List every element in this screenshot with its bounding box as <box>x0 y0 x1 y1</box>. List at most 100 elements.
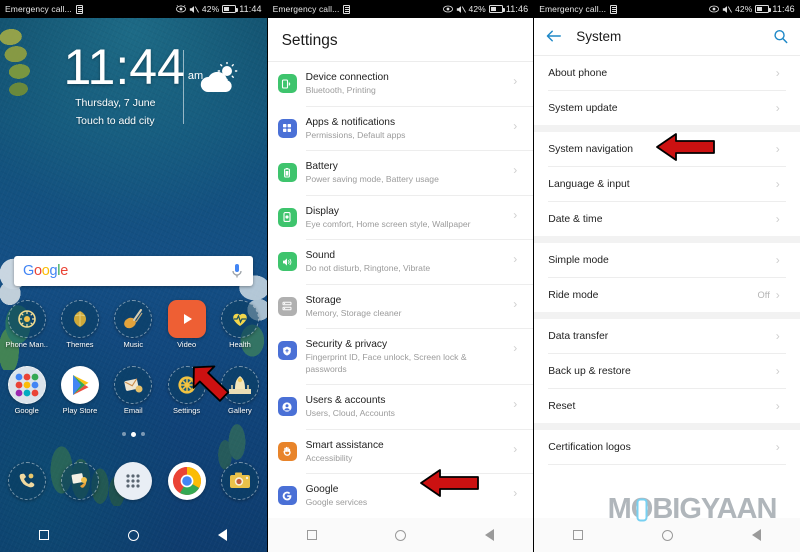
clock-hours: 11 <box>63 39 116 95</box>
home-circle-icon[interactable] <box>395 529 407 541</box>
navigation-bar-home <box>0 518 267 552</box>
microphone-icon[interactable] <box>230 263 244 279</box>
system-row-system-navigation[interactable]: System navigation › <box>534 132 800 166</box>
settings-item-subtitle: Permissions, Default apps <box>305 129 406 140</box>
system-row-ride-mode[interactable]: Ride mode Off › <box>534 278 800 312</box>
app-label: Music <box>123 340 144 349</box>
settings-item-display[interactable]: Display Eye comfort, Home screen style, … <box>267 195 534 239</box>
clock-label: 11:46 <box>772 4 795 14</box>
row-label: Simple mode <box>548 254 609 266</box>
back-arrow-icon[interactable] <box>546 28 562 44</box>
home-app-music[interactable]: Music <box>107 300 160 349</box>
navigation-bar-settings <box>267 518 534 552</box>
settings-item-subtitle: Power saving mode, Battery usage <box>305 174 439 184</box>
settings-item-subtitle: Users, Cloud, Accounts <box>305 408 395 418</box>
app-label: Play Store <box>62 406 98 415</box>
home-dock <box>0 462 267 500</box>
settings-item-smart-assistance[interactable]: Smart assistance Accessibility › <box>267 429 534 473</box>
chevron-right-icon: › <box>513 252 518 266</box>
battery-percent-label: 42% <box>468 4 486 14</box>
chevron-right-icon: › <box>775 399 780 413</box>
settings-item-title: Apps & notifications <box>305 116 396 128</box>
row-label: Ride mode <box>548 289 599 301</box>
system-group-1: About phone › System update › <box>534 56 800 125</box>
page-dot <box>140 432 145 436</box>
chevron-right-icon: › <box>775 329 780 343</box>
app-drawer-icon <box>114 462 153 500</box>
system-row-data-transfer[interactable]: Data transfer › <box>534 319 800 353</box>
row-label: System update <box>548 102 618 114</box>
settings-item-apps-notifications[interactable]: Apps & notifications Permissions, Defaul… <box>267 106 534 150</box>
system-row-backup-restore[interactable]: Back up & restore › <box>534 354 800 388</box>
settings-item-subtitle: Memory, Storage cleaner <box>305 307 402 318</box>
home-app-health[interactable]: Health <box>213 300 266 349</box>
home-app-google-folder[interactable]: Google <box>0 366 53 415</box>
settings-item-security-privacy[interactable]: Security & privacy Fingerprint ID, Face … <box>267 329 534 384</box>
home-circle-icon[interactable] <box>661 529 673 541</box>
home-circle-icon[interactable] <box>128 529 140 541</box>
recents-square-icon[interactable] <box>39 530 50 540</box>
chevron-right-icon: › <box>513 296 518 311</box>
system-row-reset[interactable]: Reset › <box>534 389 800 423</box>
sound-icon <box>277 252 297 271</box>
system-group-4: Data transfer › Back up & restore › Rese… <box>534 319 800 423</box>
system-row-certification-logos[interactable]: Certification logos › <box>534 430 800 464</box>
home-app-email[interactable]: Email <box>107 366 160 415</box>
chevron-right-icon: › <box>775 253 780 267</box>
smart-assistance-icon <box>277 441 297 461</box>
row-label: Date & time <box>548 213 603 225</box>
settings-item-storage[interactable]: Storage Memory, Storage cleaner › <box>267 284 534 328</box>
page-title: Settings <box>281 32 338 49</box>
settings-item-title: Security & privacy <box>305 339 388 350</box>
settings-item-sound[interactable]: Sound Do not disturb, Ringtone, Vibrate … <box>267 240 534 284</box>
dock-app-phone[interactable] <box>0 462 53 500</box>
dock-app-drawer[interactable] <box>107 462 160 500</box>
settings-list: Device connection Bluetooth, Printing › … <box>267 62 534 552</box>
dock-app-chrome[interactable] <box>160 462 213 500</box>
row-label: Data transfer <box>548 330 609 342</box>
mute-icon <box>722 5 733 13</box>
clock-label: 11:46 <box>505 4 529 14</box>
system-row-language-input[interactable]: Language & input › <box>534 167 800 201</box>
home-page-indicator[interactable] <box>0 432 267 437</box>
settings-item-device-connection[interactable]: Device connection Bluetooth, Printing › <box>267 62 534 106</box>
system-row-simple-mode[interactable]: Simple mode › <box>534 243 800 277</box>
system-row-system-update[interactable]: System update › <box>534 91 800 125</box>
settings-item-subtitle: Fingerprint ID, Face unlock, Screen lock… <box>305 352 467 374</box>
weather-hint[interactable]: Touch to add city <box>0 114 267 128</box>
status-bar-home: Emergency call... 42% 11:44 <box>0 0 267 18</box>
google-search-bar[interactable]: Google <box>14 256 253 286</box>
chevron-right-icon: › <box>513 118 518 133</box>
settings-item-subtitle: Bluetooth, Printing <box>305 85 376 95</box>
settings-item-google[interactable]: Google Google services › <box>267 474 534 518</box>
home-app-phone-manager[interactable]: Phone Man.. <box>0 300 53 349</box>
row-label: System navigation <box>548 143 634 155</box>
system-row-date-time[interactable]: Date & time › <box>534 202 800 236</box>
recents-square-icon[interactable] <box>573 530 584 540</box>
back-triangle-icon[interactable] <box>218 529 228 541</box>
battery-icon <box>755 5 772 13</box>
home-app-gallery[interactable]: Gallery <box>213 366 266 415</box>
home-app-themes[interactable]: Themes <box>53 300 106 349</box>
dialer-icon <box>7 462 46 500</box>
back-triangle-icon[interactable] <box>751 529 761 541</box>
battery-icon <box>488 5 505 13</box>
settings-item-battery[interactable]: Battery Power saving mode, Battery usage… <box>267 151 534 195</box>
home-app-video[interactable]: Video <box>160 300 213 349</box>
chevron-right-icon: › <box>775 212 780 226</box>
dock-app-messages[interactable] <box>53 462 106 500</box>
dock-app-camera[interactable] <box>213 462 266 500</box>
eye-comfort-icon <box>175 5 186 13</box>
search-icon[interactable] <box>773 29 788 44</box>
settings-item-subtitle: Eye comfort, Home screen style, Wallpape… <box>305 218 471 229</box>
clock-widget[interactable]: 11 : 44 am Thursday, 7 June Touch to add… <box>0 39 267 128</box>
settings-item-users-accounts[interactable]: Users & accounts Users, Cloud, Accounts … <box>267 385 534 429</box>
eye-comfort-icon <box>442 5 453 13</box>
back-triangle-icon[interactable] <box>484 529 494 541</box>
system-row-about-phone[interactable]: About phone › <box>534 56 800 90</box>
recents-square-icon[interactable] <box>306 530 317 540</box>
home-app-settings[interactable]: Settings <box>160 366 213 415</box>
group-gap <box>534 236 800 243</box>
screenshot-stage: Emergency call... 42% 11:44 11: 44 am T… <box>0 0 800 552</box>
home-app-play-store[interactable]: Play Store <box>53 366 106 415</box>
